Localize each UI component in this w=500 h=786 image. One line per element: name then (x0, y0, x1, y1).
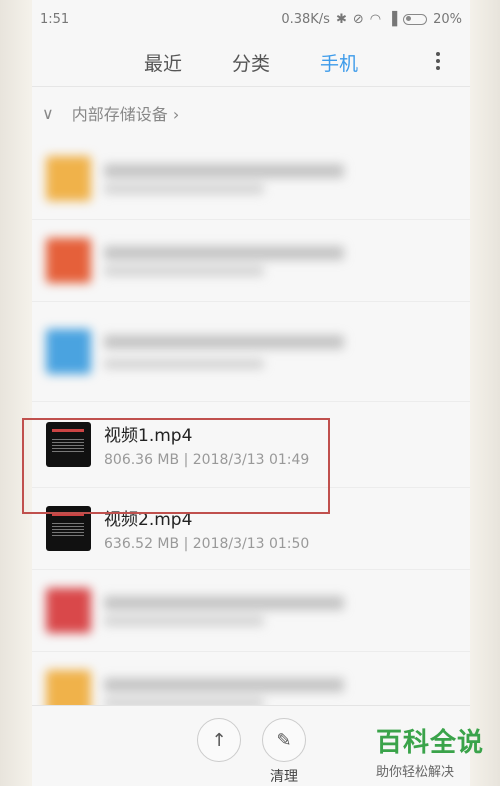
list-item-blurred[interactable] (32, 302, 470, 402)
list-item-blurred[interactable] (32, 570, 470, 652)
mute-icon: ⊘ (352, 11, 364, 27)
battery-icon (403, 13, 428, 25)
clean-button[interactable]: ✎ (262, 718, 306, 762)
upload-icon: ↑ (211, 729, 227, 751)
chevron-right-icon: › (167, 105, 180, 124)
upload-button[interactable]: ↑ (197, 718, 241, 762)
list-item-blurred[interactable] (32, 138, 470, 220)
network-speed: 0.38K/s (281, 11, 330, 27)
tab-recent[interactable]: 最近 (144, 49, 182, 76)
watermark-subtitle: 助你轻松解决 (376, 765, 455, 780)
wifi-icon: ◠ (369, 11, 382, 27)
phone-screen: 1:51 0.38K/s ✱ ⊘ ◠ ▐ 20% 最近 分类 手机 ∨ 内部存储… (32, 0, 470, 786)
watermark-title: 百科全说 (376, 728, 485, 758)
bluetooth-icon: ✱ (335, 11, 347, 27)
file-size: 636.52 MB (104, 536, 180, 552)
signal-icon: ▐ (387, 11, 398, 27)
pdf-icon (46, 588, 91, 633)
breadcrumb-path: 内部存储设备 (71, 105, 168, 124)
tab-category[interactable]: 分类 (232, 49, 270, 76)
more-menu-icon[interactable] (436, 52, 440, 73)
battery-level: 20% (433, 11, 462, 27)
list-item-blurred[interactable] (32, 220, 470, 302)
clean-label: 清理 (270, 769, 298, 785)
brush-icon: ✎ (276, 729, 292, 751)
folder-icon (46, 156, 91, 201)
breadcrumb[interactable]: ∨ 内部存储设备 › (32, 87, 470, 139)
tab-phone[interactable]: 手机 (320, 49, 358, 76)
status-time: 1:51 (40, 11, 70, 27)
document-icon (46, 238, 91, 283)
chevron-down-icon[interactable]: ∨ (42, 104, 54, 123)
file-date: 2018/3/13 01:50 (192, 536, 310, 552)
tab-bar: 最近 分类 手机 (32, 38, 470, 86)
status-bar: 1:51 0.38K/s ✱ ⊘ ◠ ▐ 20% (32, 0, 470, 38)
highlight-box (22, 418, 330, 514)
document-icon (46, 329, 91, 374)
watermark-logo: 百科全说 助你轻松解决 (376, 722, 491, 780)
